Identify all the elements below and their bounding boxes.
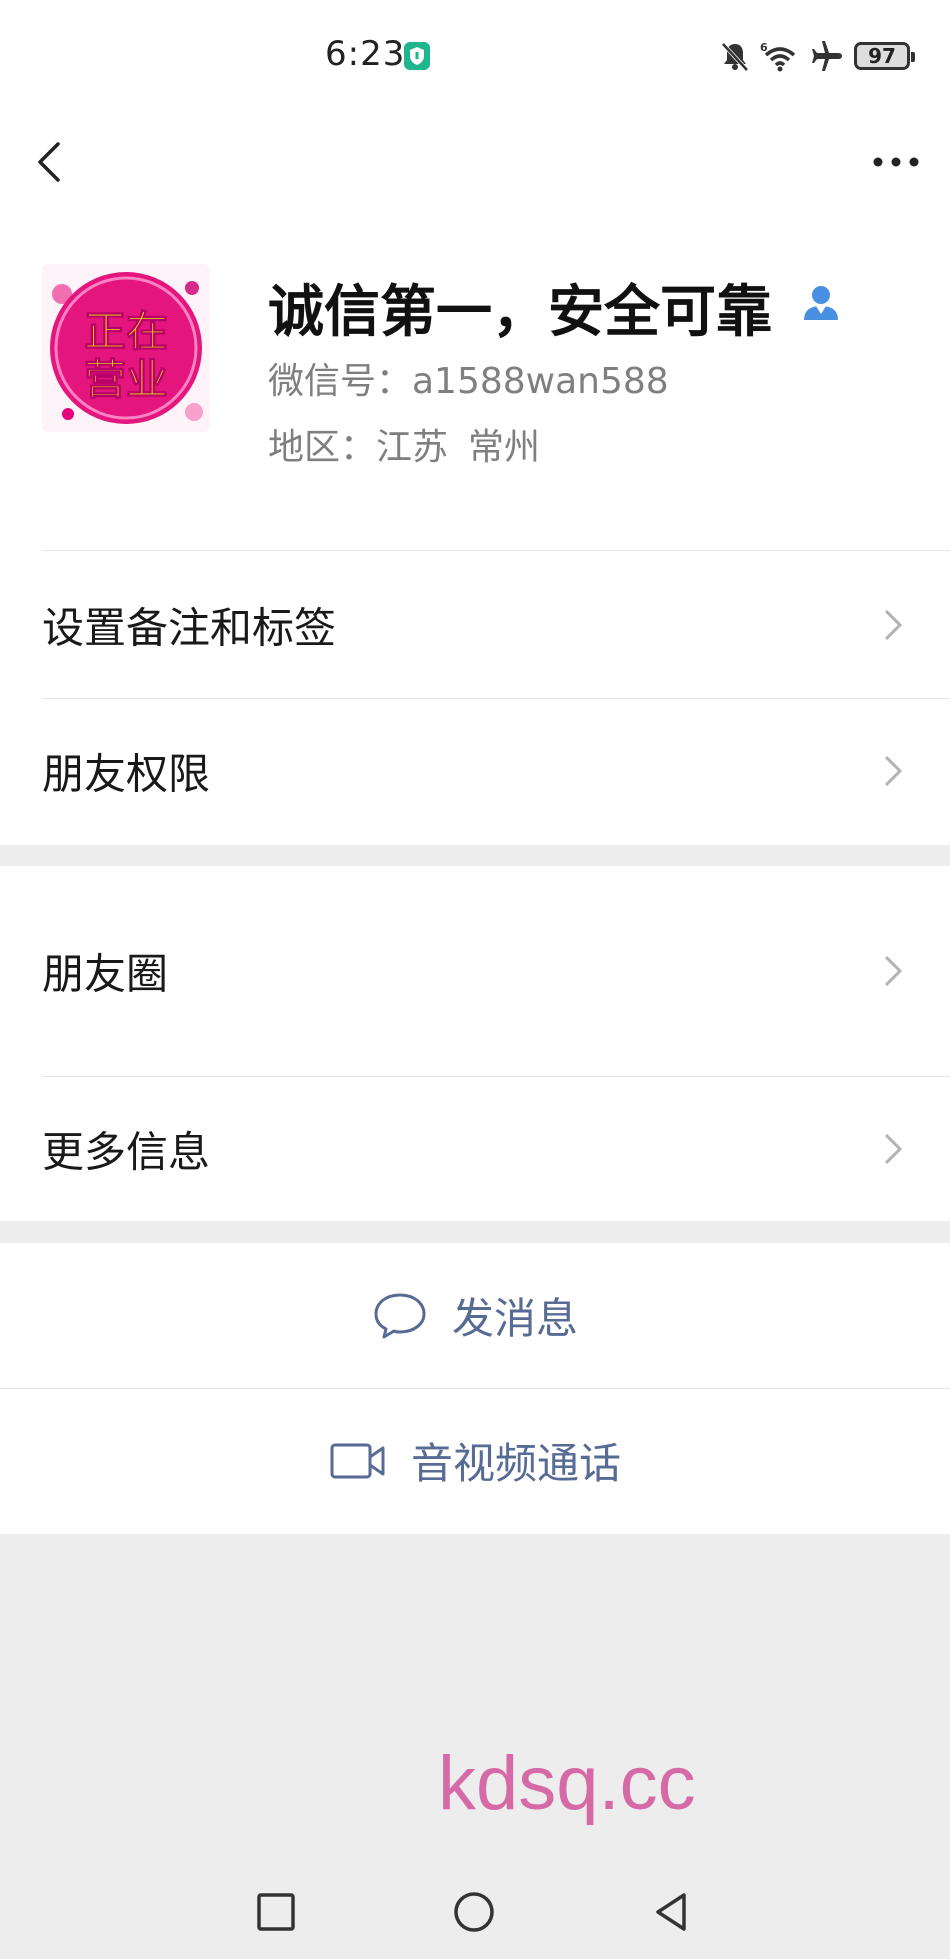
system-nav-bar xyxy=(0,1860,950,1959)
action-group: 发消息 音视频通话 xyxy=(0,1243,950,1534)
battery-icon: 97 xyxy=(854,42,915,70)
menu-group-info: 朋友圈 更多信息 xyxy=(0,866,950,1221)
svg-text:6: 6 xyxy=(760,41,768,54)
region-city: 常州 xyxy=(468,427,541,468)
chevron-right-icon xyxy=(884,755,903,787)
shield-icon xyxy=(404,42,430,70)
contact-name: 诚信第一，安全可靠 xyxy=(268,280,772,345)
airplane-icon xyxy=(812,41,842,71)
profile-header: 正在 营业 诚信第一，安全可靠 微信号：a1588wan588 地区：江苏 常州 xyxy=(0,212,950,552)
row-label: 更多信息 xyxy=(42,1127,211,1176)
avatar-text-line1: 正在 xyxy=(84,307,168,356)
avatar-image: 正在 营业 xyxy=(42,264,210,432)
mute-icon xyxy=(721,42,749,72)
video-call-button[interactable]: 音视频通话 xyxy=(0,1388,950,1533)
contact-type-person-icon xyxy=(804,286,838,320)
video-call-label: 音视频通话 xyxy=(410,1439,621,1488)
video-camera-icon xyxy=(330,1443,385,1478)
region-province: 江苏 xyxy=(376,427,449,468)
divider xyxy=(42,550,950,551)
back-icon[interactable] xyxy=(30,132,70,192)
moments-row[interactable]: 朋友圈 xyxy=(0,866,950,1076)
send-message-label: 发消息 xyxy=(451,1294,578,1343)
back-triangle-icon[interactable] xyxy=(650,1890,694,1934)
friend-permissions-row[interactable]: 朋友权限 xyxy=(0,698,950,844)
chevron-right-icon xyxy=(884,955,903,987)
avatar[interactable]: 正在 营业 xyxy=(42,264,210,432)
chevron-right-icon xyxy=(884,1133,903,1164)
region: 地区：江苏 常州 xyxy=(268,418,540,470)
status-time: 6:23 xyxy=(325,34,406,74)
remark-and-tags-row[interactable]: 设置备注和标签 xyxy=(0,552,950,698)
chevron-right-icon xyxy=(884,609,903,641)
more-icon[interactable] xyxy=(866,142,926,182)
chat-bubble-icon xyxy=(374,1293,426,1338)
send-message-button[interactable]: 发消息 xyxy=(0,1243,950,1388)
more-info-row[interactable]: 更多信息 xyxy=(0,1076,950,1221)
region-label: 地区： xyxy=(268,427,377,468)
watermark: kdsq.cc xyxy=(438,1741,696,1826)
row-label: 朋友权限 xyxy=(42,749,211,799)
wifi-6-icon: 6 xyxy=(760,41,796,72)
menu-group-settings: 设置备注和标签 朋友权限 xyxy=(0,552,950,845)
home-icon[interactable] xyxy=(452,1890,496,1934)
row-label: 设置备注和标签 xyxy=(42,603,337,653)
row-label: 朋友圈 xyxy=(42,949,169,999)
status-bar: 6:23 6 97 xyxy=(0,0,950,112)
avatar-text-line2: 营业 xyxy=(84,355,168,404)
nav-bar xyxy=(0,112,950,212)
battery-level: 97 xyxy=(868,44,896,68)
recent-apps-icon[interactable] xyxy=(254,1890,298,1934)
wechat-id: 微信号：a1588wan588 xyxy=(268,361,669,402)
